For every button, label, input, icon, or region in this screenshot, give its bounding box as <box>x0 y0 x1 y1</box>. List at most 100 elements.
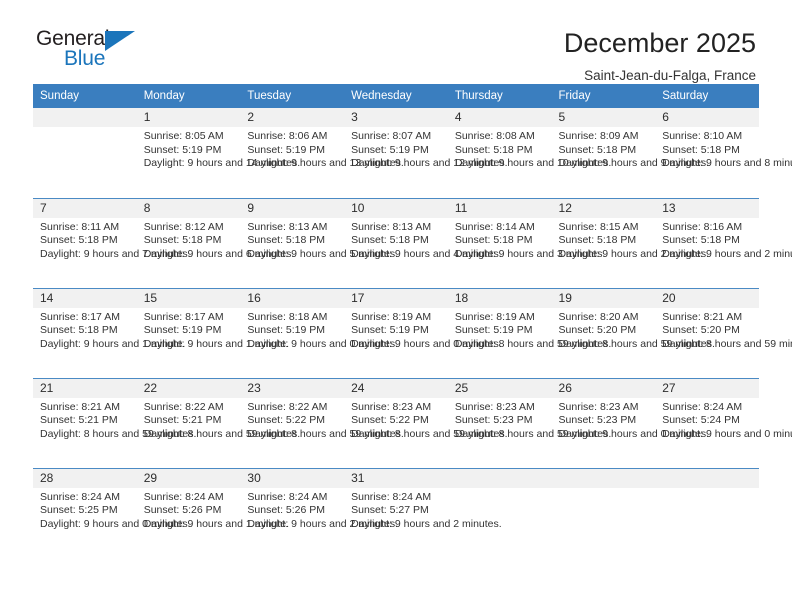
calendar-day-cell[interactable]: 19 Sunrise: 8:20 AM Sunset: 5:20 PM Dayligh… <box>551 287 715 378</box>
day-number: 16 <box>240 288 345 308</box>
calendar-day-cell[interactable]: 23 Sunrise: 8:22 AM Sunset: 5:22 PM Dayligh… <box>240 377 404 468</box>
day-details: Sunrise: 8:22 AM Sunset: 5:22 PM Daylight:… <box>240 398 403 442</box>
sunset-text: Sunset: 5:19 PM <box>143 143 222 156</box>
sunset-text: Sunset: 5:23 PM <box>558 414 637 427</box>
daylight-text: Daylight: 9 hours and 2 minutes. <box>351 517 502 530</box>
daylight-text: Daylight: 9 hours and 0 minutes. <box>558 427 710 440</box>
calendar-day-cell[interactable]: 12 Sunrise: 8:15 AM Sunset: 5:18 PM Dayligh… <box>551 197 709 288</box>
calendar-day-cell[interactable]: 20 Sunrise: 8:21 AM Sunset: 5:20 PM Dayligh… <box>655 287 792 378</box>
calendar-day-cell[interactable]: 17 Sunrise: 8:19 AM Sunset: 5:19 PM Dayligh… <box>344 287 502 378</box>
calendar-day-cell[interactable]: 8 Sunrise: 8:12 AM Sunset: 5:18 PM Daylight… <box>136 197 295 288</box>
calendar-day-cell[interactable]: 26 Sunrise: 8:23 AM Sunset: 5:23 PM Dayligh… <box>551 377 710 468</box>
sunset-text: Sunset: 5:23 PM <box>454 414 533 427</box>
cell-inner: 24 Sunrise: 8:23 AM Sunset: 5:22 PM Dayligh… <box>344 378 508 468</box>
sunrise-text: Sunrise: 8:21 AM <box>40 400 120 413</box>
cell-inner: 22 Sunrise: 8:22 AM Sunset: 5:21 PM Dayligh… <box>136 378 300 468</box>
sunset-text: Sunset: 5:18 PM <box>40 234 118 247</box>
calendar-grid: Sunday Monday Tuesday Wednesday Thursday Frid… <box>33 84 792 559</box>
calendar-day-cell[interactable]: 13 Sunrise: 8:16 AM Sunset: 5:18 PM Dayligh… <box>655 197 792 288</box>
day-number: 25 <box>447 378 552 398</box>
calendar-day-cell[interactable]: 10 Sunrise: 8:13 AM Sunset: 5:18 PM Dayligh… <box>344 197 502 288</box>
day-details: Sunrise: 8:19 AM Sunset: 5:19 PM Daylight:… <box>344 308 502 352</box>
day-number: 10 <box>344 198 448 218</box>
location-subtitle: Saint-Jean-du-Falga, France <box>584 68 756 84</box>
sunset-text: Sunset: 5:19 PM <box>247 143 326 156</box>
sunrise-text: Sunrise: 8:24 AM <box>143 490 224 503</box>
page-title: December 2025 <box>563 28 756 58</box>
cell-inner: 27 Sunrise: 8:24 AM Sunset: 5:24 PM Dayligh… <box>655 378 792 468</box>
general-blue-logo[interactable]: General Blue <box>36 28 156 76</box>
calendar-day-cell[interactable]: 3 Sunrise: 8:07 AM Sunset: 5:19 PM Daylight… <box>344 108 508 198</box>
cell-inner: 2 Sunrise: 8:06 AM Sunset: 5:19 PM Daylight… <box>240 108 404 198</box>
sunset-text: Sunset: 5:18 PM <box>662 234 740 247</box>
cell-inner: 18 Sunrise: 8:19 AM Sunset: 5:19 PM Dayligh… <box>447 288 611 378</box>
calendar-day-cell[interactable]: 9 Sunrise: 8:13 AM Sunset: 5:18 PM Daylight… <box>240 197 398 288</box>
cell-inner <box>551 468 656 559</box>
cell-inner: 10 Sunrise: 8:13 AM Sunset: 5:18 PM Dayligh… <box>344 198 502 288</box>
day-details: Sunrise: 8:23 AM Sunset: 5:23 PM Daylight:… <box>552 398 710 442</box>
daylight-text: Daylight: 8 hours and 59 minutes. <box>558 337 715 350</box>
weekday-header-wednesday: Wednesday <box>344 84 448 108</box>
title-block: December 2025 Saint-Jean-du-Falga, Franc… <box>564 28 756 84</box>
sunset-text: Sunset: 5:19 PM <box>143 324 222 337</box>
calendar-cell-empty <box>655 467 759 558</box>
sunset-text: Sunset: 5:19 PM <box>247 324 326 337</box>
daylight-text: Daylight: 9 hours and 4 minutes. <box>351 247 502 260</box>
calendar-day-cell[interactable]: 2 Sunrise: 8:06 AM Sunset: 5:19 PM Daylight… <box>240 108 404 198</box>
calendar-day-cell[interactable]: 27 Sunrise: 8:24 AM Sunset: 5:24 PM Dayligh… <box>655 377 792 468</box>
day-details: Sunrise: 8:17 AM Sunset: 5:18 PM Daylight:… <box>33 308 186 352</box>
day-details: Sunrise: 8:08 AM Sunset: 5:18 PM Daylight:… <box>448 127 611 171</box>
sunrise-text: Sunrise: 8:23 AM <box>351 400 432 413</box>
calendar-day-cell[interactable]: 21 Sunrise: 8:21 AM Sunset: 5:21 PM Dayligh… <box>33 377 196 468</box>
day-details: Sunrise: 8:22 AM Sunset: 5:21 PM Daylight:… <box>137 398 300 442</box>
day-number: 12 <box>551 198 656 218</box>
day-number: 4 <box>447 108 552 127</box>
weekday-header-monday: Monday <box>136 84 241 108</box>
calendar-day-cell[interactable]: 7 Sunrise: 8:11 AM Sunset: 5:18 PM Daylight… <box>33 197 191 288</box>
calendar-week-row: 14 Sunrise: 8:17 AM Sunset: 5:18 PM Dayligh… <box>33 287 792 378</box>
calendar-day-cell[interactable]: 30 Sunrise: 8:24 AM Sunset: 5:26 PM Dayligh… <box>240 467 398 558</box>
calendar-day-cell[interactable]: 16 Sunrise: 8:18 AM Sunset: 5:19 PM Dayligh… <box>240 287 398 378</box>
calendar-day-cell[interactable]: 11 Sunrise: 8:14 AM Sunset: 5:18 PM Dayligh… <box>447 197 605 288</box>
sunrise-text: Sunrise: 8:19 AM <box>454 310 535 323</box>
calendar-week-row: 7 Sunrise: 8:11 AM Sunset: 5:18 PM Daylight… <box>33 197 792 288</box>
calendar-body: 1 Sunrise: 8:05 AM Sunset: 5:19 PM Daylight… <box>33 108 792 559</box>
day-number: 2 <box>240 108 345 127</box>
day-number: 21 <box>33 378 137 398</box>
calendar-day-cell[interactable]: 18 Sunrise: 8:19 AM Sunset: 5:19 PM Dayligh… <box>447 287 611 378</box>
calendar-day-cell[interactable]: 15 Sunrise: 8:17 AM Sunset: 5:19 PM Dayligh… <box>136 287 289 378</box>
day-details: Sunrise: 8:19 AM Sunset: 5:19 PM Daylight:… <box>448 308 611 352</box>
cell-inner: 3 Sunrise: 8:07 AM Sunset: 5:19 PM Daylight… <box>344 108 508 198</box>
calendar-day-cell[interactable]: 14 Sunrise: 8:17 AM Sunset: 5:18 PM Dayligh… <box>33 287 186 378</box>
day-details: Sunrise: 8:24 AM Sunset: 5:25 PM Daylight:… <box>33 488 191 532</box>
cell-inner: 14 Sunrise: 8:17 AM Sunset: 5:18 PM Dayligh… <box>33 288 186 378</box>
calendar-day-cell[interactable]: 28 Sunrise: 8:24 AM Sunset: 5:25 PM Dayligh… <box>33 467 191 559</box>
cell-inner: 4 Sunrise: 8:08 AM Sunset: 5:18 PM Daylight… <box>447 108 611 198</box>
cell-inner: 9 Sunrise: 8:13 AM Sunset: 5:18 PM Daylight… <box>240 198 398 288</box>
sunset-text: Sunset: 5:21 PM <box>40 414 118 427</box>
cell-inner: 28 Sunrise: 8:24 AM Sunset: 5:25 PM Dayligh… <box>33 468 191 559</box>
day-number: 28 <box>33 468 137 488</box>
daylight-text: Daylight: 9 hours and 6 minutes. <box>143 247 295 260</box>
cell-inner: 29 Sunrise: 8:24 AM Sunset: 5:26 PM Dayligh… <box>136 468 289 559</box>
calendar-day-cell[interactable]: 4 Sunrise: 8:08 AM Sunset: 5:18 PM Daylight… <box>447 108 611 198</box>
day-number: 1 <box>136 108 241 127</box>
daylight-text: Daylight: 9 hours and 7 minutes. <box>40 247 191 260</box>
daylight-text: Daylight: 9 hours and 1 minute. <box>40 337 186 350</box>
calendar-day-cell[interactable]: 1 Sunrise: 8:05 AM Sunset: 5:19 PM Daylight… <box>136 108 300 198</box>
calendar-day-cell[interactable]: 25 Sunrise: 8:23 AM Sunset: 5:23 PM Dayligh… <box>447 377 611 468</box>
calendar-day-cell[interactable]: 31 Sunrise: 8:24 AM Sunset: 5:27 PM Dayligh… <box>344 467 502 558</box>
calendar-day-cell[interactable]: 24 Sunrise: 8:23 AM Sunset: 5:22 PM Dayligh… <box>344 377 508 468</box>
sunrise-text: Sunrise: 8:14 AM <box>454 220 535 233</box>
sunset-text: Sunset: 5:24 PM <box>662 414 740 427</box>
calendar-day-cell[interactable]: 5 Sunrise: 8:09 AM Sunset: 5:18 PM Daylight… <box>551 108 709 198</box>
cell-inner: 5 Sunrise: 8:09 AM Sunset: 5:18 PM Daylight… <box>551 108 709 198</box>
day-number: 11 <box>447 198 552 218</box>
day-number: 18 <box>447 288 552 308</box>
day-details: Sunrise: 8:24 AM Sunset: 5:26 PM Daylight:… <box>137 488 289 532</box>
cell-inner: 6 Sunrise: 8:10 AM Sunset: 5:18 PM Daylight… <box>655 108 792 198</box>
calendar-day-cell[interactable]: 29 Sunrise: 8:24 AM Sunset: 5:26 PM Dayligh… <box>136 467 289 559</box>
calendar-day-cell[interactable]: 6 Sunrise: 8:10 AM Sunset: 5:18 PM Daylight… <box>655 108 792 198</box>
calendar-day-cell[interactable]: 22 Sunrise: 8:22 AM Sunset: 5:21 PM Dayligh… <box>136 377 300 468</box>
sunset-text: Sunset: 5:25 PM <box>40 504 118 517</box>
